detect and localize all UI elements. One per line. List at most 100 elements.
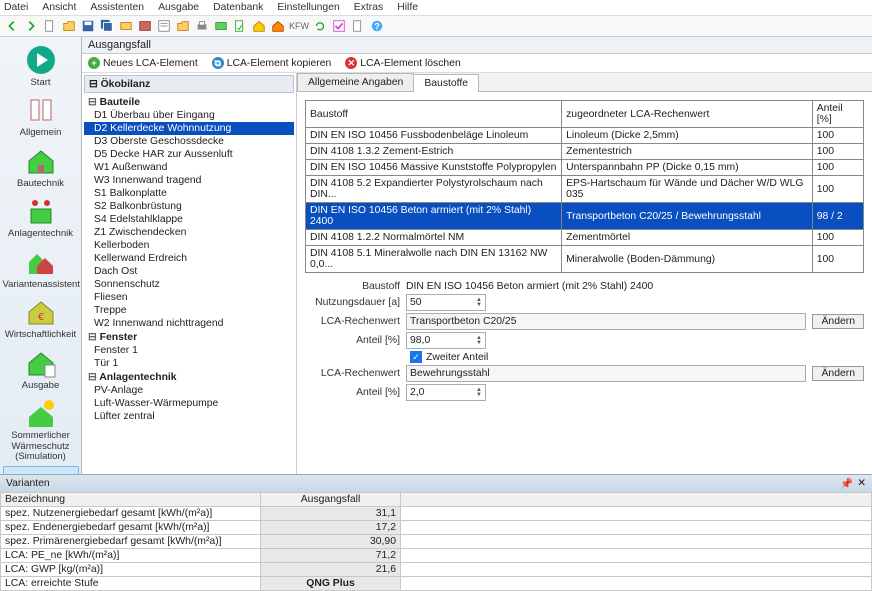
var-row[interactable]: LCA: erreichte StufeQNG Plus (1, 577, 872, 591)
new-icon[interactable] (42, 18, 58, 34)
col-rechenwert: zugeordneter LCA-Rechenwert (562, 101, 813, 128)
tab-allgemeine[interactable]: Allgemeine Angaben (297, 73, 414, 91)
menu-assistenten[interactable]: Assistenten (90, 2, 144, 13)
tree-group-bauteile[interactable]: Bauteile (84, 95, 294, 109)
variant-icon (25, 246, 57, 278)
db-icon[interactable] (137, 18, 153, 34)
sidebar-item-ausgabe[interactable]: Ausgabe (3, 345, 79, 393)
menu-einstellungen[interactable]: Einstellungen (277, 2, 339, 13)
lca-copy-button[interactable]: ⧉LCA-Element kopieren (212, 57, 332, 69)
var-row[interactable]: LCA: PE_ne [kWh/(m²a)]71,2 (1, 549, 872, 563)
lca-delete-button[interactable]: ✕LCA-Element löschen (345, 57, 461, 69)
tree-item[interactable]: D3 Oberste Geschossdecke (84, 135, 294, 148)
var-row[interactable]: spez. Nutzenergiebedarf gesamt [kWh/(m²a… (1, 507, 872, 521)
tree-item[interactable]: S4 Edelstahlklappe (84, 213, 294, 226)
folder-icon[interactable] (175, 18, 191, 34)
sidebar-item-start[interactable]: Start (3, 42, 79, 90)
saveall-icon[interactable] (99, 18, 115, 34)
tree-root[interactable]: ⊟ Ökobilanz (84, 75, 294, 93)
table-row[interactable]: DIN EN ISO 10456 Fussbodenbeläge Linoleu… (306, 128, 864, 144)
content: Ausgangsfall +Neues LCA-Element ⧉LCA-Ele… (82, 37, 872, 474)
spinner-icon[interactable]: ▲▼ (476, 336, 482, 346)
tree-item[interactable]: W2 Innenwand nichttragend (84, 317, 294, 330)
back-icon[interactable] (4, 18, 20, 34)
tree-item-selected[interactable]: D2 Kellerdecke Wohnnutzung (84, 122, 294, 135)
tree-item[interactable]: Kellerboden (84, 239, 294, 252)
play-icon (25, 44, 57, 76)
tree-item[interactable]: Treppe (84, 304, 294, 317)
home-icon[interactable] (251, 18, 267, 34)
var-row[interactable]: spez. Endenergiebedarf gesamt [kWh/(m²a)… (1, 521, 872, 535)
tree-item[interactable]: S1 Balkonplatte (84, 187, 294, 200)
sidebar-item-oekobilanz[interactable]: Ökobilanz (3, 466, 79, 474)
tree-item[interactable]: Sonnenschutz (84, 278, 294, 291)
tree-item[interactable]: Tür 1 (84, 357, 294, 370)
table-row-selected[interactable]: DIN EN ISO 10456 Beton armiert (mit 2% S… (306, 203, 864, 230)
sidebar-item-bautechnik[interactable]: Bautechnik (3, 143, 79, 191)
open-icon[interactable] (61, 18, 77, 34)
sidebar-item-allgemein[interactable]: Allgemein (3, 92, 79, 140)
save-icon[interactable] (80, 18, 96, 34)
var-row[interactable]: spez. Primärenergiebedarf gesamt [kWh/(m… (1, 535, 872, 549)
anteil2-input[interactable]: 2,0▲▼ (406, 384, 486, 401)
baustoff-table[interactable]: Baustoffzugeordneter LCA-RechenwertAntei… (305, 100, 864, 273)
doc2-icon[interactable] (350, 18, 366, 34)
list-icon[interactable] (156, 18, 172, 34)
tree-item[interactable]: Z1 Zwischendecken (84, 226, 294, 239)
spinner-icon[interactable]: ▲▼ (476, 298, 482, 308)
home2-icon[interactable] (270, 18, 286, 34)
tree-item[interactable]: Luft-Wasser-Wärmepumpe (84, 397, 294, 410)
tree-group-anlagen[interactable]: Anlagentechnik (84, 370, 294, 384)
close-icon[interactable]: ✕ (857, 477, 866, 490)
aendern2-button[interactable]: Ändern (812, 366, 864, 381)
var-row[interactable]: LCA: GWP [kg/(m²a)]21,6 (1, 563, 872, 577)
refresh-icon[interactable] (312, 18, 328, 34)
sidebar-item-sommer[interactable]: Sommerlicher Wärmeschutz (Simulation) (3, 395, 79, 464)
check-icon[interactable] (331, 18, 347, 34)
nutzungsdauer-input[interactable]: 50▲▼ (406, 294, 486, 311)
tree-item[interactable]: W3 Innenwand tragend (84, 174, 294, 187)
help-icon[interactable]: ? (369, 18, 385, 34)
table-row[interactable]: DIN 4108 1.2.2 Normalmörtel NMZementmört… (306, 230, 864, 246)
lca-new-button[interactable]: +Neues LCA-Element (88, 57, 198, 69)
rechenwert1-value: Transportbeton C20/25 (406, 313, 806, 330)
tree-item[interactable]: W1 Außenwand (84, 161, 294, 174)
kfw-label[interactable]: KFW (289, 18, 309, 34)
tree-item[interactable]: Fliesen (84, 291, 294, 304)
tree[interactable]: ⊟ Ökobilanz Bauteile D1 Überbau über Ein… (82, 73, 297, 474)
sidebar-item-varianten[interactable]: Variantenassistent (3, 244, 79, 292)
tree-item[interactable]: Dach Ost (84, 265, 294, 278)
forward-icon[interactable] (23, 18, 39, 34)
tree-item[interactable]: Kellerwand Erdreich (84, 252, 294, 265)
menu-ansicht[interactable]: Ansicht (42, 2, 76, 13)
tree-group-fenster[interactable]: Fenster (84, 330, 294, 344)
table-row[interactable]: DIN EN ISO 10456 Massive Kunststoffe Pol… (306, 160, 864, 176)
menu-hilfe[interactable]: Hilfe (397, 2, 418, 13)
aendern1-button[interactable]: Ändern (812, 314, 864, 329)
tree-item[interactable]: D5 Decke HAR zur Aussenluft (84, 148, 294, 161)
varianten-table[interactable]: BezeichnungAusgangsfall spez. Nutzenergi… (0, 492, 872, 591)
menu-ausgabe[interactable]: Ausgabe (158, 2, 199, 13)
card-icon[interactable] (118, 18, 134, 34)
tree-item[interactable]: PV-Anlage (84, 384, 294, 397)
tree-item[interactable]: Fenster 1 (84, 344, 294, 357)
anteil1-input[interactable]: 98,0▲▼ (406, 332, 486, 349)
table-row[interactable]: DIN 4108 1.3.2 Zement-EstrichZementestri… (306, 144, 864, 160)
table-row[interactable]: DIN 4108 5.1 Mineralwolle nach DIN EN 13… (306, 246, 864, 273)
tree-item[interactable]: Lüfter zentral (84, 410, 294, 423)
tree-item[interactable]: S2 Balkonbrüstung (84, 200, 294, 213)
doc-icon[interactable] (232, 18, 248, 34)
sidebar-item-wirtschaft[interactable]: €Wirtschaftlichkeit (3, 294, 79, 342)
pin-icon[interactable]: 📌 (840, 477, 853, 490)
table-row[interactable]: DIN 4108 5.2 Expandierter Polystyrolscha… (306, 176, 864, 203)
tree-item[interactable]: D1 Überbau über Eingang (84, 109, 294, 122)
menu-datei[interactable]: Datei (4, 2, 28, 13)
tab-baustoffe[interactable]: Baustoffe (413, 74, 479, 92)
menu-datenbank[interactable]: Datenbank (213, 2, 263, 13)
menu-extras[interactable]: Extras (354, 2, 383, 13)
zweiter-anteil-checkbox[interactable]: ✓Zweiter Anteil (410, 351, 864, 363)
spinner-icon[interactable]: ▲▼ (476, 388, 482, 398)
sidebar-item-anlagentechnik[interactable]: Anlagentechnik (3, 193, 79, 241)
print-icon[interactable] (194, 18, 210, 34)
export-icon[interactable] (213, 18, 229, 34)
